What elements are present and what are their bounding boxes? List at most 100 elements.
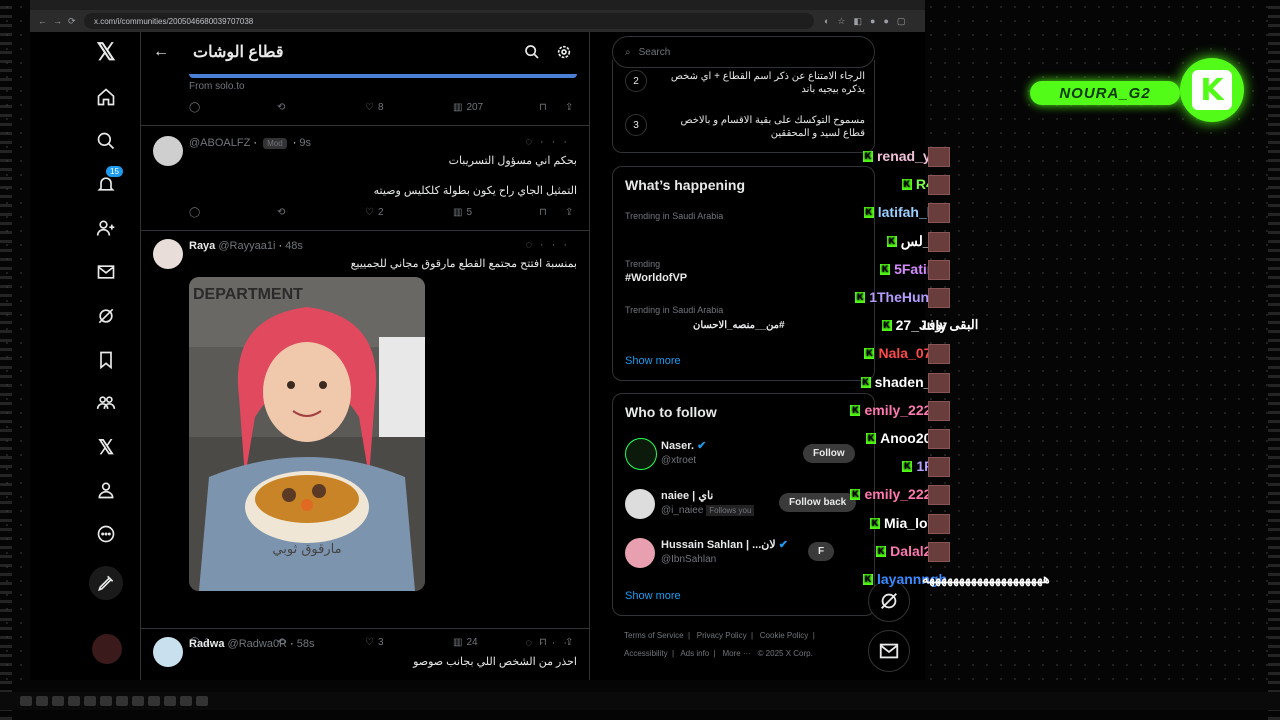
account-avatar[interactable] bbox=[92, 634, 122, 664]
settings-gear-icon[interactable] bbox=[556, 44, 572, 60]
follow-back-button[interactable]: Follow back bbox=[779, 493, 857, 512]
premium-x-icon[interactable]: 𝕏 bbox=[92, 433, 120, 461]
taskbar-app-icon[interactable] bbox=[68, 696, 80, 706]
share-icon[interactable]: ⇪ bbox=[565, 207, 573, 218]
trend-context[interactable]: Trending in Saudi Arabia bbox=[625, 211, 723, 221]
tweet-text: بحكم اني مسؤول التسريبات bbox=[448, 155, 577, 167]
user-handle: @xtroet bbox=[661, 455, 697, 466]
footer-link[interactable]: More ··· bbox=[722, 649, 750, 658]
taskbar-app-icon[interactable] bbox=[52, 696, 64, 706]
extension-icons[interactable]: ◐☆◧●●▢ bbox=[824, 16, 913, 27]
taskbar-app-icon[interactable] bbox=[20, 696, 32, 706]
home-icon[interactable] bbox=[92, 83, 120, 111]
kick-badge-icon: K bbox=[869, 517, 880, 529]
bookmarks-icon[interactable] bbox=[92, 346, 120, 374]
follow-button[interactable]: F bbox=[808, 542, 835, 561]
taskbar-app-icon[interactable] bbox=[84, 696, 96, 706]
messages-fab-icon[interactable] bbox=[868, 630, 910, 672]
police-girl-image: DEPARTMENT مارقوق ثوبي bbox=[189, 277, 425, 591]
avatar[interactable] bbox=[625, 438, 657, 470]
bookmark-icon[interactable]: ⊓ bbox=[539, 207, 547, 218]
x-logo-icon[interactable]: 𝕏 bbox=[92, 38, 120, 66]
emote-icon bbox=[928, 175, 950, 195]
footer-link[interactable]: Ads info bbox=[680, 649, 709, 658]
show-more-link[interactable]: Show more bbox=[625, 590, 681, 602]
kick-badge-icon: K bbox=[850, 488, 861, 500]
taskbar-app-icon[interactable] bbox=[100, 696, 112, 706]
profile-icon[interactable] bbox=[92, 476, 120, 504]
trend-context[interactable]: Trending in Saudi Arabia bbox=[625, 305, 723, 315]
who-to-follow-panel: Who to follow Naser. ✔ @xtroet Follow na… bbox=[612, 393, 875, 616]
taskbar-app-icon[interactable] bbox=[180, 696, 192, 706]
retweet-icon[interactable]: ⟲ bbox=[277, 207, 285, 218]
user-name[interactable]: Naser. ✔ bbox=[661, 439, 706, 452]
avatar[interactable] bbox=[153, 136, 183, 166]
show-more-link[interactable]: Show more bbox=[625, 355, 681, 367]
retweet-icon[interactable]: ⟲ bbox=[277, 102, 285, 113]
reply-icon[interactable]: ◯ bbox=[189, 207, 200, 218]
taskbar-app-icon[interactable] bbox=[148, 696, 160, 706]
views-button[interactable]: ▥ 207 bbox=[453, 102, 483, 113]
notifications-icon[interactable]: 15 bbox=[92, 166, 123, 198]
taskbar-app-icon[interactable] bbox=[164, 696, 176, 706]
grok-icon[interactable] bbox=[92, 302, 120, 330]
kick-badge-icon: K bbox=[876, 545, 887, 557]
tweet-card[interactable]: @ABOALFZ · Mod · 9s ◌··· بحكم اني مسؤول … bbox=[141, 126, 589, 231]
tweet-actions: ◯ ⟲ ♡ 8 ▥ 207 ⊓ ⇪ bbox=[189, 102, 577, 116]
tweet-more-icon[interactable]: ◌··· bbox=[525, 136, 575, 148]
kick-badge-icon: K bbox=[880, 263, 891, 275]
emote-icon bbox=[928, 514, 950, 534]
views-button[interactable]: ▥ 5 bbox=[453, 207, 472, 218]
user-name[interactable]: naiee | ناي bbox=[661, 489, 713, 502]
whats-happening-panel: What’s happening Trending in Saudi Arabi… bbox=[612, 166, 875, 381]
follow-button[interactable]: Follow bbox=[803, 444, 855, 463]
taskbar-app-icon[interactable] bbox=[36, 696, 48, 706]
avatar[interactable] bbox=[625, 538, 655, 568]
follow-icon[interactable] bbox=[92, 214, 120, 242]
search-icon[interactable] bbox=[524, 44, 540, 60]
taskbar-app-icon[interactable] bbox=[132, 696, 144, 706]
tweet-more-icon[interactable]: ◌··· bbox=[525, 239, 575, 251]
tweet-card[interactable]: Radwa @Radwa0R · 58s ◌··· احذر من الشخص … bbox=[141, 629, 589, 680]
tweet-more-icon[interactable]: ◌··· bbox=[525, 637, 575, 649]
tweet-card[interactable]: Raya @Rayyaa1i · 48s ◌··· بمنسبة افتتح م… bbox=[141, 231, 589, 648]
like-button[interactable]: ♡ 2 bbox=[365, 207, 384, 218]
footer-link[interactable]: Accessibility bbox=[624, 649, 668, 658]
footer-link[interactable]: Cookie Policy bbox=[760, 631, 808, 640]
trend-context[interactable]: Trending bbox=[625, 259, 660, 269]
kick-badge-icon: K bbox=[902, 460, 913, 472]
kick-badge-icon: K bbox=[855, 291, 866, 303]
more-icon[interactable] bbox=[92, 520, 120, 548]
taskbar-app-icon[interactable] bbox=[116, 696, 128, 706]
footer-link[interactable]: Terms of Service bbox=[624, 631, 684, 640]
avatar[interactable] bbox=[153, 637, 183, 667]
like-button[interactable]: ♡ 8 bbox=[365, 102, 384, 113]
bookmark-icon[interactable]: ⊓ bbox=[539, 102, 547, 113]
reply-icon[interactable]: ◯ bbox=[189, 102, 200, 113]
share-icon[interactable]: ⇪ bbox=[565, 102, 573, 113]
footer-link[interactable]: Privacy Policy bbox=[697, 631, 747, 640]
emote-icon bbox=[928, 373, 950, 393]
tweet-author[interactable]: @ABOALFZ · Mod · 9s bbox=[189, 137, 311, 149]
trend-tag[interactable]: #من__منصه_الاحسان bbox=[693, 320, 785, 331]
link-source[interactable]: From solo.to bbox=[189, 81, 245, 92]
trend-tag[interactable]: #WorldofVP bbox=[625, 272, 687, 284]
url-text: x.com/i/communities/2005046680039707038 bbox=[94, 16, 254, 26]
explore-icon[interactable] bbox=[92, 127, 120, 155]
avatar[interactable] bbox=[153, 239, 183, 269]
communities-icon[interactable] bbox=[92, 389, 120, 417]
address-bar[interactable]: x.com/i/communities/2005046680039707038 bbox=[84, 13, 814, 29]
tweet-author[interactable]: Radwa @Radwa0R · 58s bbox=[189, 638, 315, 650]
browser-tab-strip[interactable] bbox=[30, 0, 925, 10]
messages-icon[interactable] bbox=[92, 258, 120, 286]
tweet-image[interactable]: DEPARTMENT مارقوق ثوبي bbox=[189, 277, 425, 591]
tweet-author[interactable]: Raya @Rayyaa1i · 48s bbox=[189, 240, 303, 252]
avatar[interactable] bbox=[625, 489, 655, 519]
community-rules-panel: 2 الرجاء الامتناع عن ذكر اسم القطاع + اي… bbox=[612, 60, 875, 153]
compose-post-icon[interactable] bbox=[89, 566, 123, 600]
left-sidebar: 𝕏 15 𝕏 bbox=[30, 32, 141, 680]
nav-arrows-icon[interactable]: ←→⟳ bbox=[38, 16, 78, 27]
back-arrow-icon[interactable]: ← bbox=[153, 43, 169, 61]
user-name[interactable]: Hussain Sahlan | ...لان ✔ bbox=[661, 538, 788, 551]
taskbar-app-icon[interactable] bbox=[196, 696, 208, 706]
